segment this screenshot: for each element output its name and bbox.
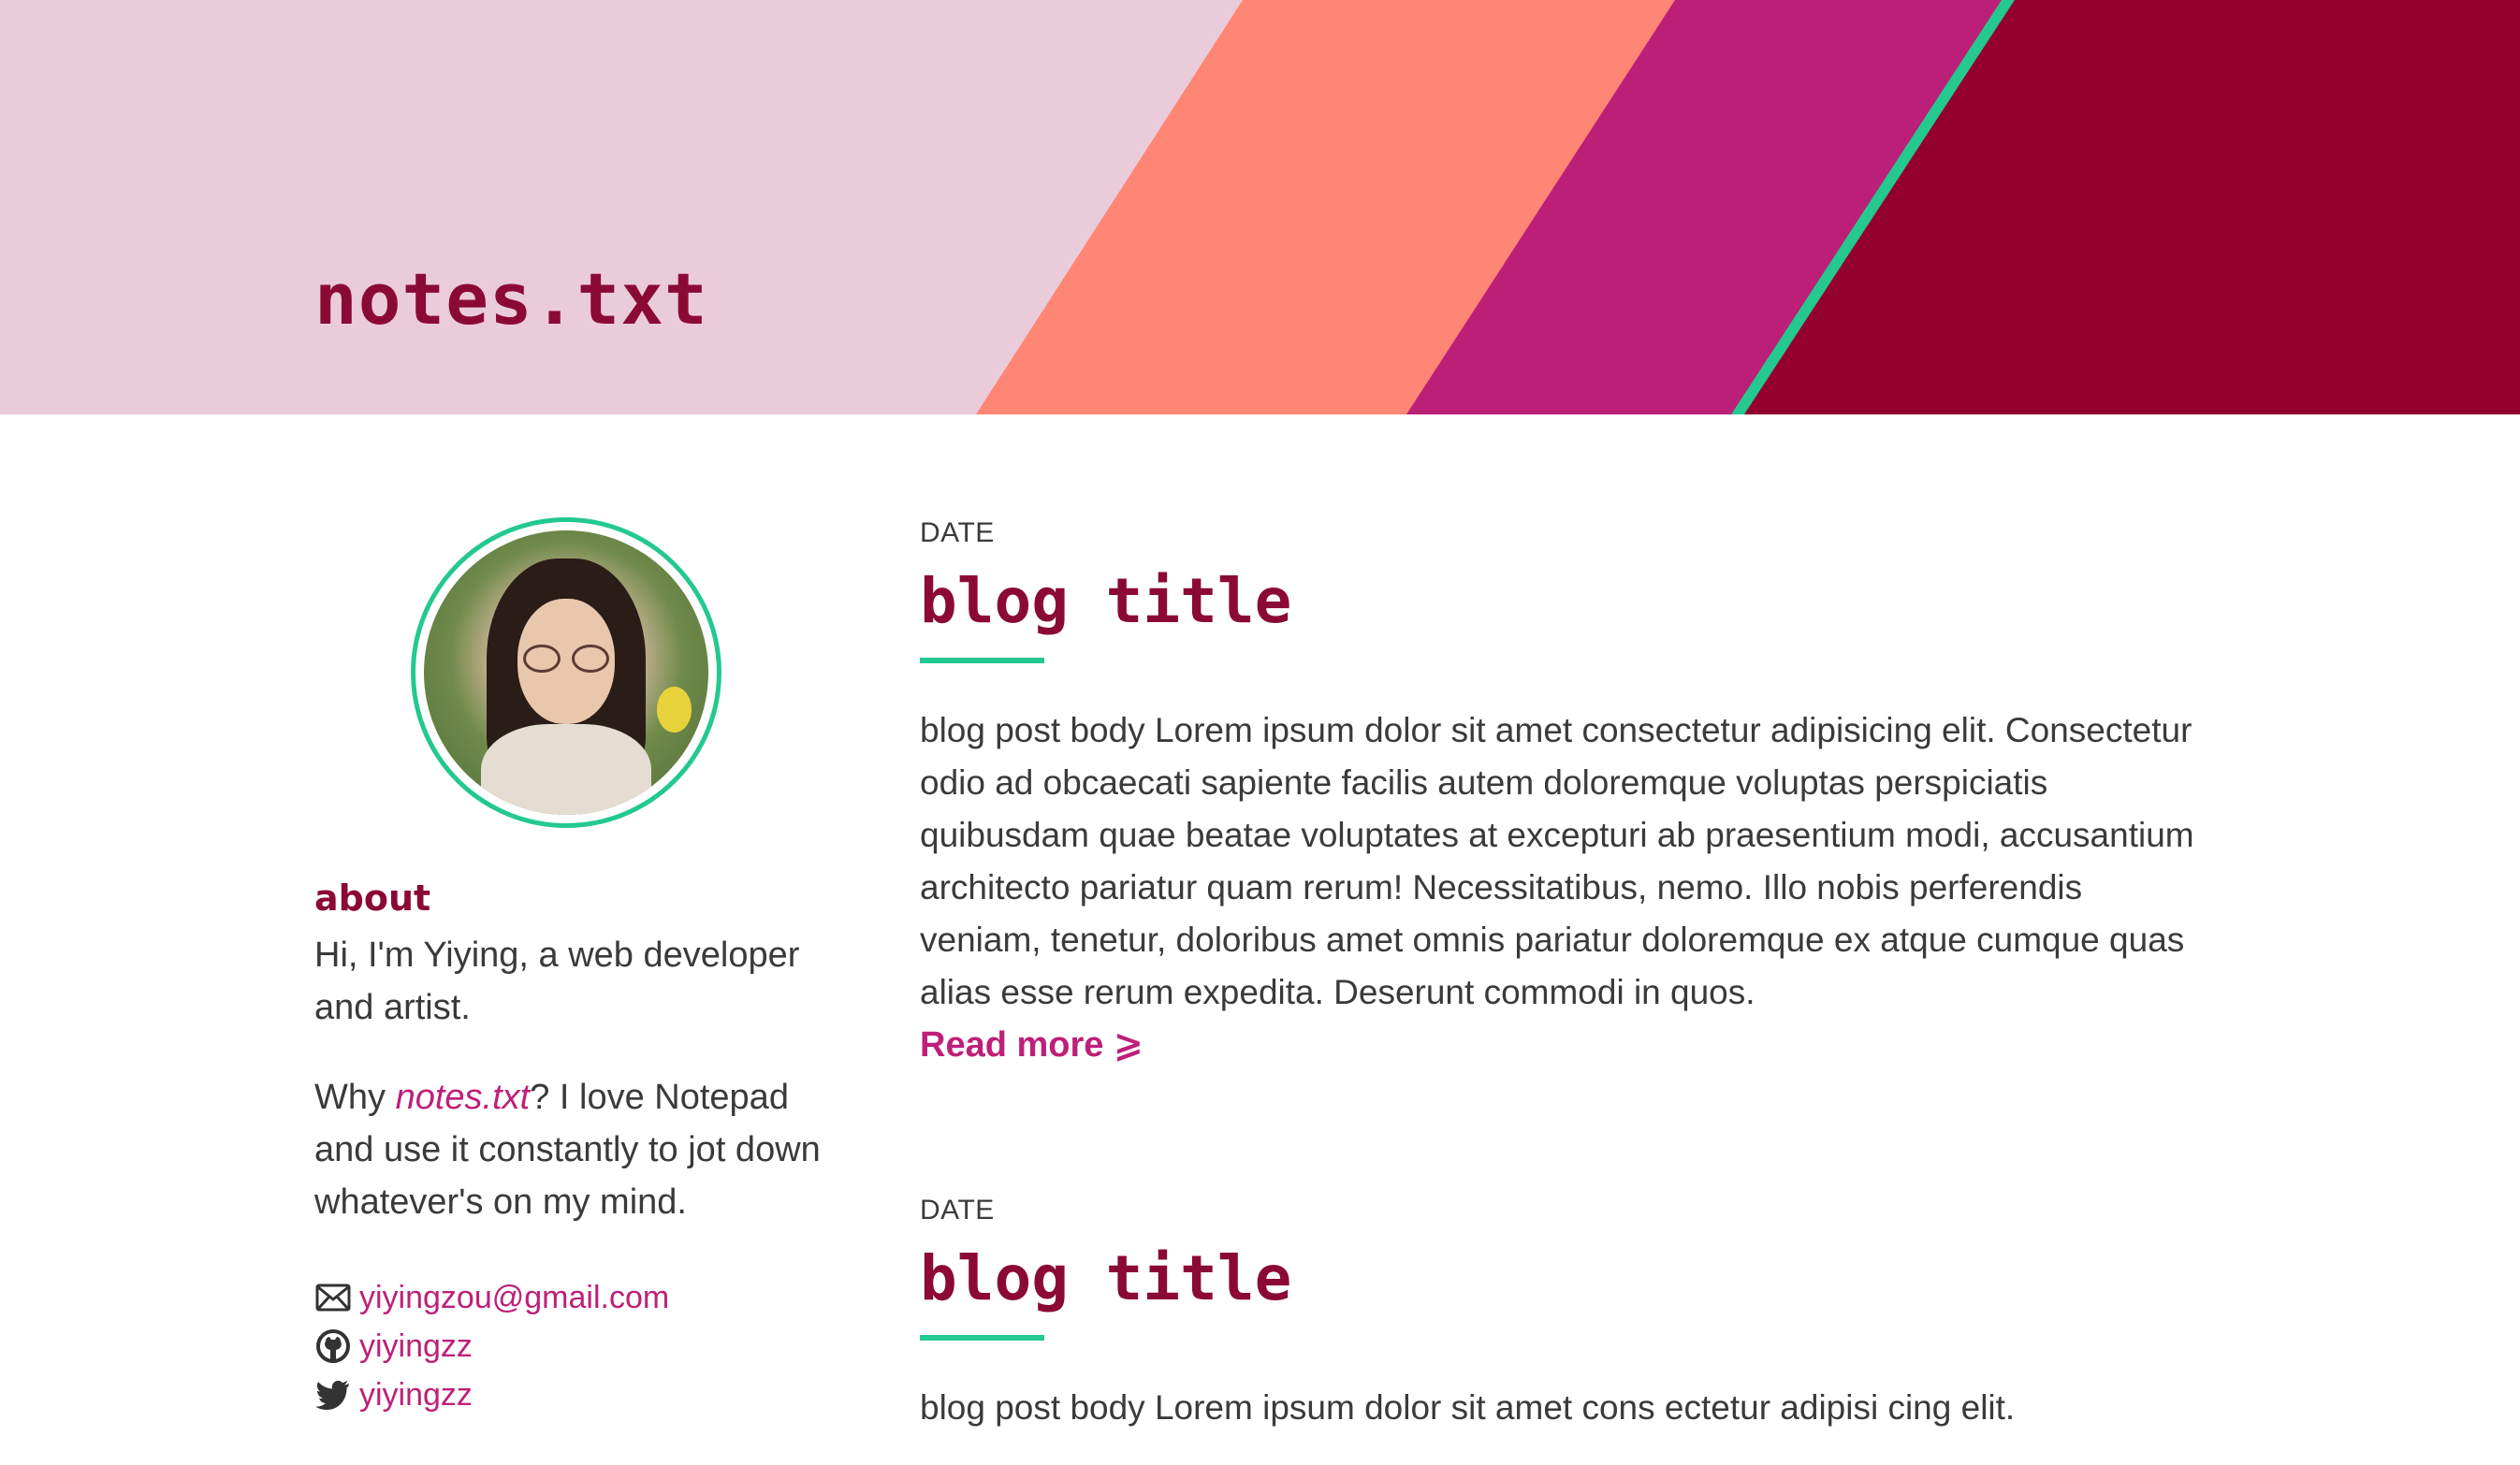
about-heading: about <box>314 878 431 919</box>
post-date: DATE <box>920 517 995 548</box>
title-underline <box>920 658 1044 663</box>
why-text: Why notes.txt? I love Notepad and use it… <box>314 1071 838 1228</box>
twitter-icon <box>314 1376 352 1414</box>
site-title[interactable]: notes.txt <box>314 257 708 341</box>
contact-list: yiyingzou@gmail.com yiyingzz yiyingzz <box>314 1273 669 1419</box>
post-title[interactable]: blog title <box>920 1241 2211 1316</box>
twitter-link[interactable]: yiyingzz <box>359 1377 473 1414</box>
why-accent: notes.txt <box>395 1078 531 1117</box>
site-header: notes.txt <box>0 0 2520 414</box>
read-more-link[interactable]: Read more ⩾ <box>920 1019 1143 1071</box>
post-2: DATE blog title blog post body Lorem ips… <box>920 1195 2211 1434</box>
title-underline <box>920 1335 1044 1341</box>
header-stripes <box>976 0 2520 414</box>
post-1: DATE blog title blog post body Lorem ips… <box>920 517 2211 1071</box>
avatar <box>424 530 708 815</box>
avatar-frame <box>411 517 721 828</box>
contact-email: yiyingzou@gmail.com <box>314 1273 669 1322</box>
contact-github: yiyingzz <box>314 1322 669 1371</box>
contact-twitter: yiyingzz <box>314 1371 669 1419</box>
email-link[interactable]: yiyingzou@gmail.com <box>359 1280 669 1316</box>
post-body: blog post body Lorem ipsum dolor sit ame… <box>920 711 2194 1011</box>
why-prefix: Why <box>314 1078 396 1117</box>
github-link[interactable]: yiyingzz <box>359 1328 473 1365</box>
about-text: Hi, I'm Yiying, a web developer and arti… <box>314 936 800 1027</box>
mail-icon <box>314 1279 352 1316</box>
post-title[interactable]: blog title <box>920 564 2211 639</box>
post-date: DATE <box>920 1195 995 1226</box>
post-body: blog post body Lorem ipsum dolor sit ame… <box>920 1388 2016 1427</box>
github-icon <box>314 1327 352 1365</box>
